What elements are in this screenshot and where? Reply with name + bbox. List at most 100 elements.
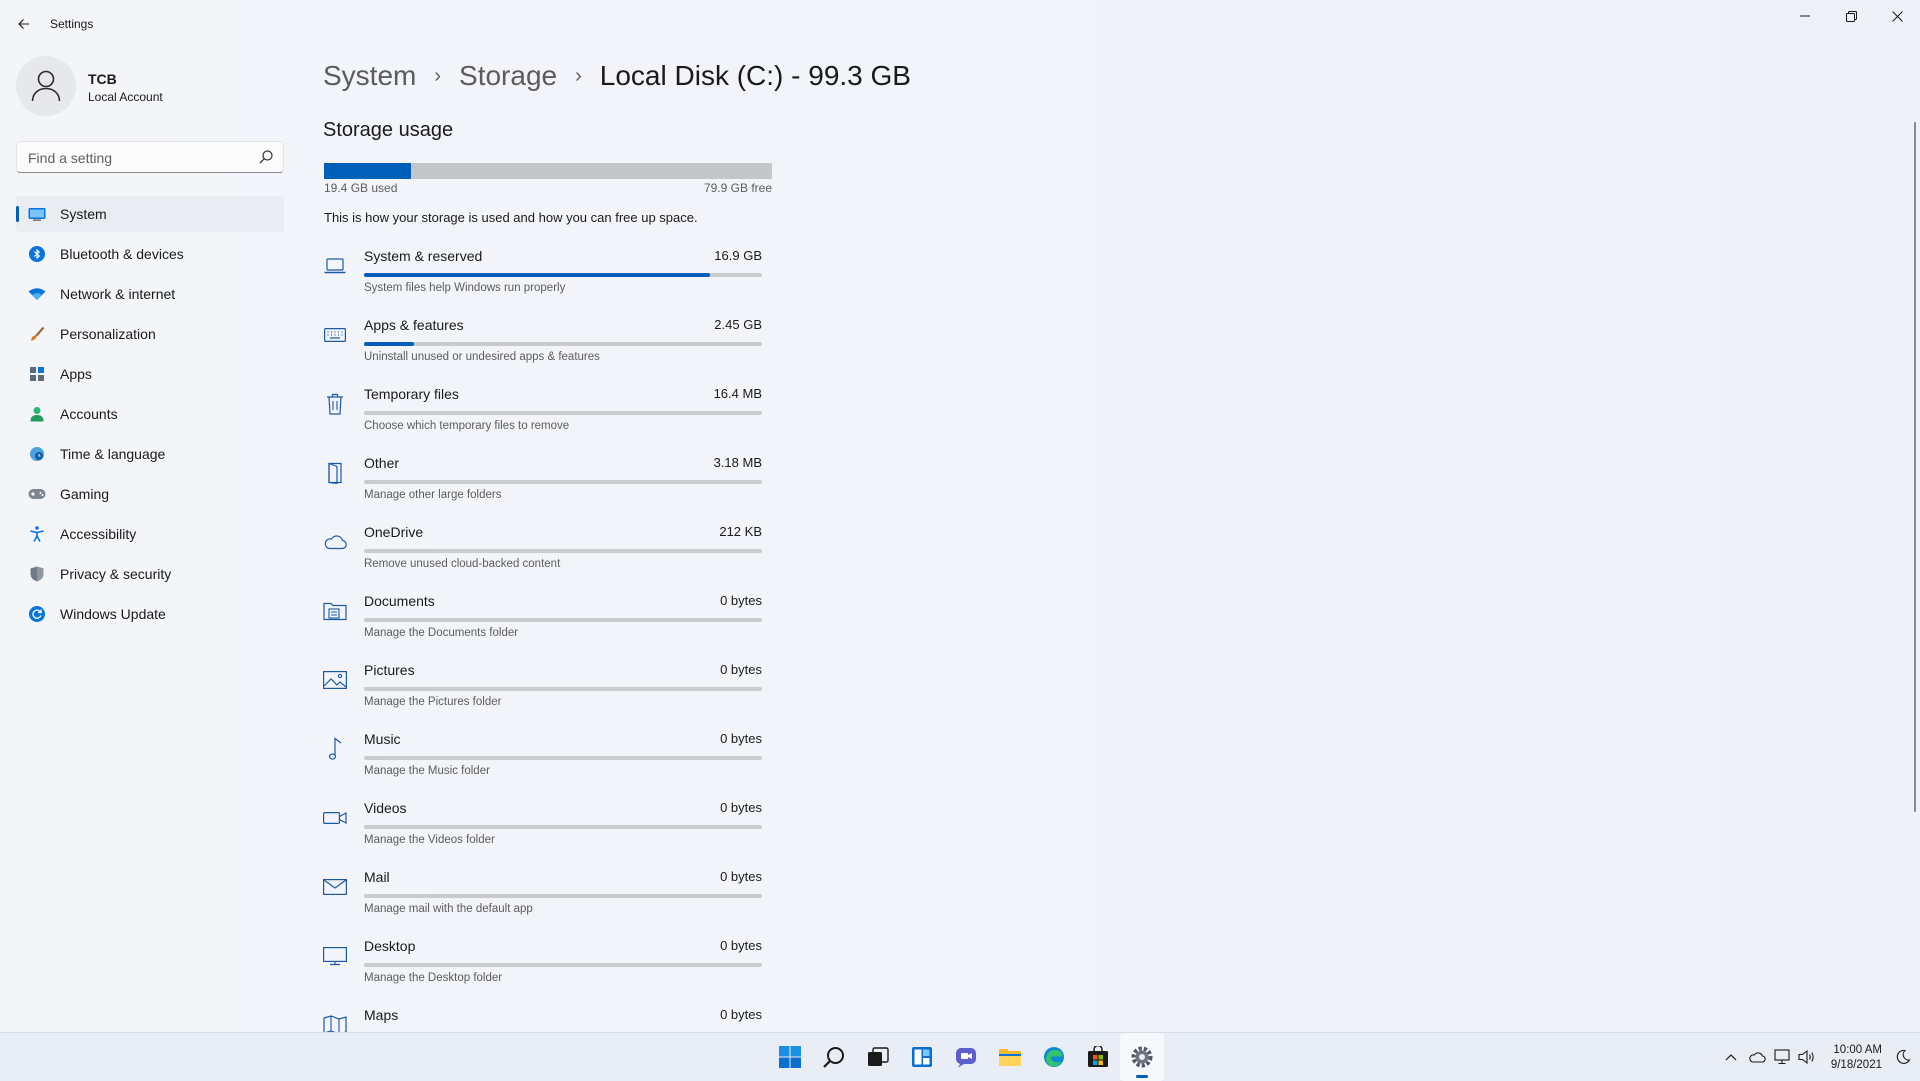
profile-account-type: Local Account — [88, 90, 163, 104]
search-box[interactable] — [16, 141, 284, 174]
restore-icon — [1845, 10, 1857, 22]
sidebar-item-bluetooth[interactable]: Bluetooth & devices — [16, 236, 284, 272]
storage-usage-heading: Storage usage — [323, 119, 454, 141]
storage-category-pictures[interactable]: Pictures 0 bytes Manage the Pictures fol… — [323, 654, 773, 723]
storage-category-music[interactable]: Music 0 bytes Manage the Music folder — [323, 723, 773, 792]
category-usage-bar — [364, 549, 762, 553]
category-description: Manage the Videos folder — [364, 834, 495, 846]
scrollbar[interactable] — [1914, 122, 1916, 812]
storage-category-videos[interactable]: Videos 0 bytes Manage the Videos folder — [323, 792, 773, 861]
taskbar-clock[interactable]: 10:00 AM 9/18/2021 — [1826, 1043, 1882, 1073]
taskbar-search-button[interactable] — [812, 1033, 856, 1081]
map-icon — [323, 1013, 347, 1032]
notification-moon-icon[interactable] — [1894, 1048, 1912, 1066]
category-name: Other — [364, 455, 400, 471]
accounts-icon — [28, 405, 46, 423]
sidebar-item-label: System — [60, 206, 107, 222]
sidebar-item-windows-update[interactable]: Windows Update — [16, 596, 284, 632]
store-button[interactable] — [1076, 1033, 1120, 1081]
category-usage-bar — [364, 687, 762, 691]
breadcrumb-system[interactable]: System — [323, 60, 416, 92]
breadcrumb: System › Storage › Local Disk (C:) - 99.… — [323, 56, 911, 96]
storage-category-onedrive[interactable]: OneDrive 212 KB Remove unused cloud-back… — [323, 516, 773, 585]
sidebar-item-label: Apps — [60, 366, 92, 382]
file-explorer-button[interactable] — [988, 1033, 1032, 1081]
onedrive-cloud-icon[interactable] — [1748, 1048, 1766, 1066]
update-icon — [28, 605, 46, 623]
category-size: 0 bytes — [720, 938, 762, 953]
breadcrumb-storage[interactable]: Storage — [459, 60, 557, 92]
edge-button[interactable] — [1032, 1033, 1076, 1081]
file-explorer-icon — [999, 1049, 1021, 1066]
taskbar: 10:00 AM 9/18/2021 — [0, 1032, 1920, 1081]
storage-category-other[interactable]: Other 3.18 MB Manage other large folders — [323, 447, 773, 516]
sidebar-item-time-language[interactable]: Time & language — [16, 436, 284, 472]
storage-category-temporary-files[interactable]: Temporary files 16.4 MB Choose which tem… — [323, 378, 773, 447]
back-button[interactable] — [12, 12, 36, 36]
widgets-button[interactable] — [900, 1033, 944, 1081]
search-icon[interactable] — [259, 150, 273, 164]
close-button[interactable] — [1874, 0, 1920, 32]
category-description: Manage the Documents folder — [364, 627, 519, 639]
storage-category-documents[interactable]: Documents 0 bytes Manage the Documents f… — [323, 585, 773, 654]
back-arrow-icon — [18, 19, 29, 29]
close-icon — [1891, 10, 1903, 22]
storage-usage-fill — [324, 163, 412, 179]
storage-category-apps-features[interactable]: Apps & features 2.45 GB Uninstall unused… — [323, 309, 773, 378]
task-view-button[interactable] — [856, 1033, 900, 1081]
category-name: OneDrive — [364, 524, 424, 540]
category-description: Manage the Music folder — [364, 765, 490, 777]
category-name: Apps & features — [364, 317, 464, 333]
accessibility-icon — [28, 525, 46, 543]
sidebar-nav: System Bluetooth & devices Network & int… — [16, 196, 284, 636]
storage-category-maps[interactable]: Maps 0 bytes — [323, 999, 773, 1032]
storage-used-label: 19.4 GB used — [324, 181, 398, 195]
category-size: 16.9 GB — [714, 248, 762, 263]
search-icon — [823, 1047, 844, 1068]
widgets-icon — [912, 1047, 932, 1067]
sidebar-item-personalization[interactable]: Personalization — [16, 316, 284, 352]
sidebar-item-accounts[interactable]: Accounts — [16, 396, 284, 432]
category-size: 0 bytes — [720, 869, 762, 884]
music-note-icon — [323, 737, 347, 761]
minimize-icon — [1800, 15, 1810, 17]
network-monitor-icon[interactable] — [1774, 1048, 1792, 1066]
profile-name: TCB — [88, 71, 117, 87]
user-icon — [31, 70, 61, 102]
category-size: 212 KB — [719, 524, 762, 539]
sidebar-item-gaming[interactable]: Gaming — [16, 476, 284, 512]
chat-button[interactable] — [944, 1033, 988, 1081]
user-profile[interactable]: TCB Local Account — [16, 56, 286, 120]
sidebar-item-privacy-security[interactable]: Privacy & security — [16, 556, 284, 592]
start-button[interactable] — [768, 1033, 812, 1081]
brush-icon — [28, 325, 46, 343]
trash-icon — [323, 392, 347, 416]
category-size: 2.45 GB — [714, 317, 762, 332]
sidebar-item-label: Windows Update — [60, 606, 166, 622]
storage-category-desktop[interactable]: Desktop 0 bytes Manage the Desktop folde… — [323, 930, 773, 999]
mail-icon — [323, 875, 347, 899]
settings-taskbar-button[interactable] — [1120, 1033, 1164, 1081]
category-size: 0 bytes — [720, 731, 762, 746]
sidebar-item-label: Privacy & security — [60, 566, 172, 582]
restore-button[interactable] — [1828, 0, 1874, 32]
task-view-icon — [868, 1047, 889, 1066]
settings-icon — [1131, 1046, 1153, 1068]
category-size: 3.18 MB — [713, 455, 762, 470]
storage-category-mail[interactable]: Mail 0 bytes Manage mail with the defaul… — [323, 861, 773, 930]
settings-window: Settings TCB Local Account Find a settin… — [0, 0, 1920, 1032]
picture-icon — [323, 668, 347, 692]
show-hidden-icons-chevron-icon[interactable] — [1722, 1048, 1740, 1066]
category-usage-bar — [364, 411, 762, 415]
sidebar-item-apps[interactable]: Apps — [16, 356, 284, 392]
sidebar-item-system[interactable]: System — [16, 196, 284, 232]
search-input[interactable] — [26, 142, 250, 174]
category-description: System files help Windows run properly — [364, 282, 566, 294]
volume-icon[interactable] — [1798, 1048, 1816, 1066]
sidebar-item-accessibility[interactable]: Accessibility — [16, 516, 284, 552]
storage-category-system-reserved[interactable]: System & reserved 16.9 GB System files h… — [323, 240, 773, 309]
category-usage-fill — [364, 273, 711, 277]
minimize-button[interactable] — [1782, 0, 1828, 32]
storage-description: This is how your storage is used and how… — [324, 210, 698, 225]
sidebar-item-network[interactable]: Network & internet — [16, 276, 284, 312]
